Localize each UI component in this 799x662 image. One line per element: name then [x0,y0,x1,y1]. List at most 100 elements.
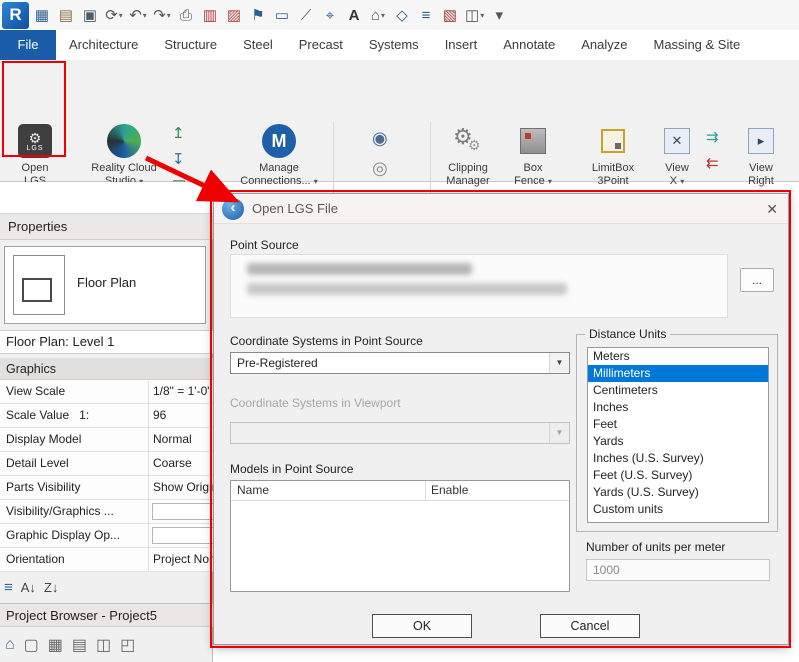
panels-icon[interactable]: ▦ [31,2,53,28]
point-source-field[interactable] [230,254,728,318]
thin-lines-icon[interactable]: ≡ [415,2,437,28]
property-value[interactable]: Project North [148,548,213,571]
transfer-icon[interactable]: ▨ [223,2,245,28]
graphics-section-header[interactable]: Graphics [0,358,213,380]
close-icon[interactable]: ✕ [766,194,778,224]
cancel-button[interactable]: Cancel [540,614,640,638]
column-header-enable: Enable [431,481,468,500]
property-value[interactable]: Coarse [148,452,213,475]
set-level-sphere-icon[interactable]: ◉ [372,130,388,146]
distance-unit-option[interactable]: Meters [588,348,768,365]
box-fence-icon [520,128,546,154]
save-icon[interactable]: ▣ [79,2,101,28]
tab-massing-site[interactable]: Massing & Site [641,30,754,60]
distance-units-list[interactable]: Meters Millimeters Centimeters Inches Fe… [587,347,769,523]
chevron-down-icon[interactable]: ▼ [549,353,569,373]
section-icon[interactable]: ◇ [391,2,413,28]
open-lgs-dialog: ‹ Open LGS File ✕ Point Source ... Coord… [213,193,789,645]
coord-systems-point-source-label: Coordinate Systems in Point Source [230,334,423,348]
distance-unit-option[interactable]: Feet (U.S. Survey) [588,467,768,484]
tab-architecture[interactable]: Architecture [56,30,151,60]
edit-button[interactable] [152,503,213,520]
property-value[interactable]: 96 [148,404,213,427]
clipping-manager-button[interactable]: ⚙ ⚙ Clipping Manager [437,124,499,188]
view-x-button[interactable]: ✕ View X ▾ [652,124,702,188]
property-row: Detail Level Coarse [0,452,213,476]
distance-unit-option[interactable]: Centimeters [588,382,768,399]
box-fence-button[interactable]: Box Fence ▾ [506,124,560,188]
coord-systems-point-source-combo[interactable]: Pre-Registered ▼ [230,352,570,374]
clip-in-icon[interactable]: ⇉ [706,130,719,146]
edit-button[interactable] [152,527,213,544]
ruler-icon[interactable]: ▭ [271,2,293,28]
ok-button[interactable]: OK [372,614,472,638]
property-row: Graphic Display Op... [0,524,213,548]
clip-out-icon[interactable]: ⇇ [706,156,719,172]
detach-icon[interactable]: ⌖ [319,2,341,28]
selection-box-icon[interactable]: ▢ [24,635,39,655]
tab-insert[interactable]: Insert [432,30,491,60]
home-icon-glyph: ⌂ [371,7,380,24]
sort-ascending-icon[interactable]: A↓ [21,580,36,595]
tab-file[interactable]: File [0,30,56,60]
redo-icon[interactable]: ↷▾ [151,2,173,28]
project-browser-header[interactable]: Project Browser - Project5 [0,603,213,627]
properties-filter-icon[interactable]: ≡ [4,579,13,596]
manage-connections-button[interactable]: M Manage Connections... ▾ [233,124,325,188]
tab-steel[interactable]: Steel [230,30,286,60]
dialog-titlebar[interactable]: ‹ Open LGS File ✕ [214,194,788,224]
families-icon[interactable]: ◰ [120,635,135,655]
export-scan-icon[interactable]: ↥ [172,126,185,142]
properties-header: Properties [0,214,213,240]
sort-descending-icon[interactable]: Z↓ [44,580,58,595]
text-icon[interactable]: A [343,2,365,28]
distance-unit-option-selected[interactable]: Millimeters [588,365,768,382]
property-value[interactable]: Show Original [148,476,213,499]
customize-qat-icon[interactable]: ▾ [488,2,510,28]
import-scan-icon[interactable]: ↧ [172,152,185,168]
distance-unit-option[interactable]: Yards [588,433,768,450]
distance-unit-option[interactable]: Inches [588,399,768,416]
default-3d-view-icon[interactable]: ⌂▾ [367,2,389,28]
property-label: Graphic Display Op... [6,524,146,547]
distance-unit-option[interactable]: Feet [588,416,768,433]
type-selector[interactable]: Floor Plan [4,246,206,324]
set-level-plane-icon[interactable]: ◎ [372,160,388,176]
property-value[interactable]: 1/8" = 1'-0" [148,380,213,403]
open-lgs-button[interactable]: ⚙ LGS Open LGS [6,124,64,188]
property-label: Scale Value 1: [6,404,146,427]
tab-structure[interactable]: Structure [151,30,230,60]
views-grid-icon[interactable]: ▦ [48,635,63,655]
models-table[interactable]: Name Enable [230,480,570,592]
instance-selector[interactable]: Floor Plan: Level 1 [0,330,213,354]
measure-icon[interactable]: ⚑ [247,2,269,28]
open-file-icon[interactable]: ▤ [55,2,77,28]
tab-systems[interactable]: Systems [356,30,432,60]
back-button[interactable]: ‹ [222,198,244,220]
revit-logo[interactable]: R [2,2,29,29]
undo-icon[interactable]: ↶▾ [127,2,149,28]
distance-unit-option[interactable]: Custom units [588,501,768,518]
reality-cloud-studio-button[interactable]: Reality Cloud Studio ▾ [86,124,162,188]
property-value[interactable]: Normal [148,428,213,451]
properties-toolbar: ≡ A↓ Z↓ [0,574,213,600]
aligned-dimension-icon[interactable]: ⟋ [295,2,317,28]
tab-analyze[interactable]: Analyze [568,30,640,60]
sheets-icon[interactable]: ◫ [96,635,111,655]
tile-windows-icon[interactable]: ◫▾ [463,2,486,28]
schedules-icon[interactable]: ▤ [72,635,87,655]
distance-unit-option[interactable]: Yards (U.S. Survey) [588,484,768,501]
tab-annotate[interactable]: Annotate [490,30,568,60]
tab-precast[interactable]: Precast [286,30,356,60]
switch-windows-icon[interactable]: ▧ [439,2,461,28]
browse-button[interactable]: ... [740,268,774,292]
view-right-button[interactable]: ▸ View Right [732,124,790,188]
sync-icon[interactable]: ⟳▾ [103,2,125,28]
home-view-icon[interactable]: ⌂ [5,636,15,654]
print-icon[interactable]: ⎙ [175,2,197,28]
close-hidden-windows-icon[interactable]: ▥ [199,2,221,28]
distance-unit-option[interactable]: Inches (U.S. Survey) [588,450,768,467]
units-per-meter-field: 1000 [586,559,770,581]
open-lgs-icon: ⚙ LGS [18,124,52,158]
limitbox-3point-button[interactable]: LimitBox 3Point [578,124,648,188]
